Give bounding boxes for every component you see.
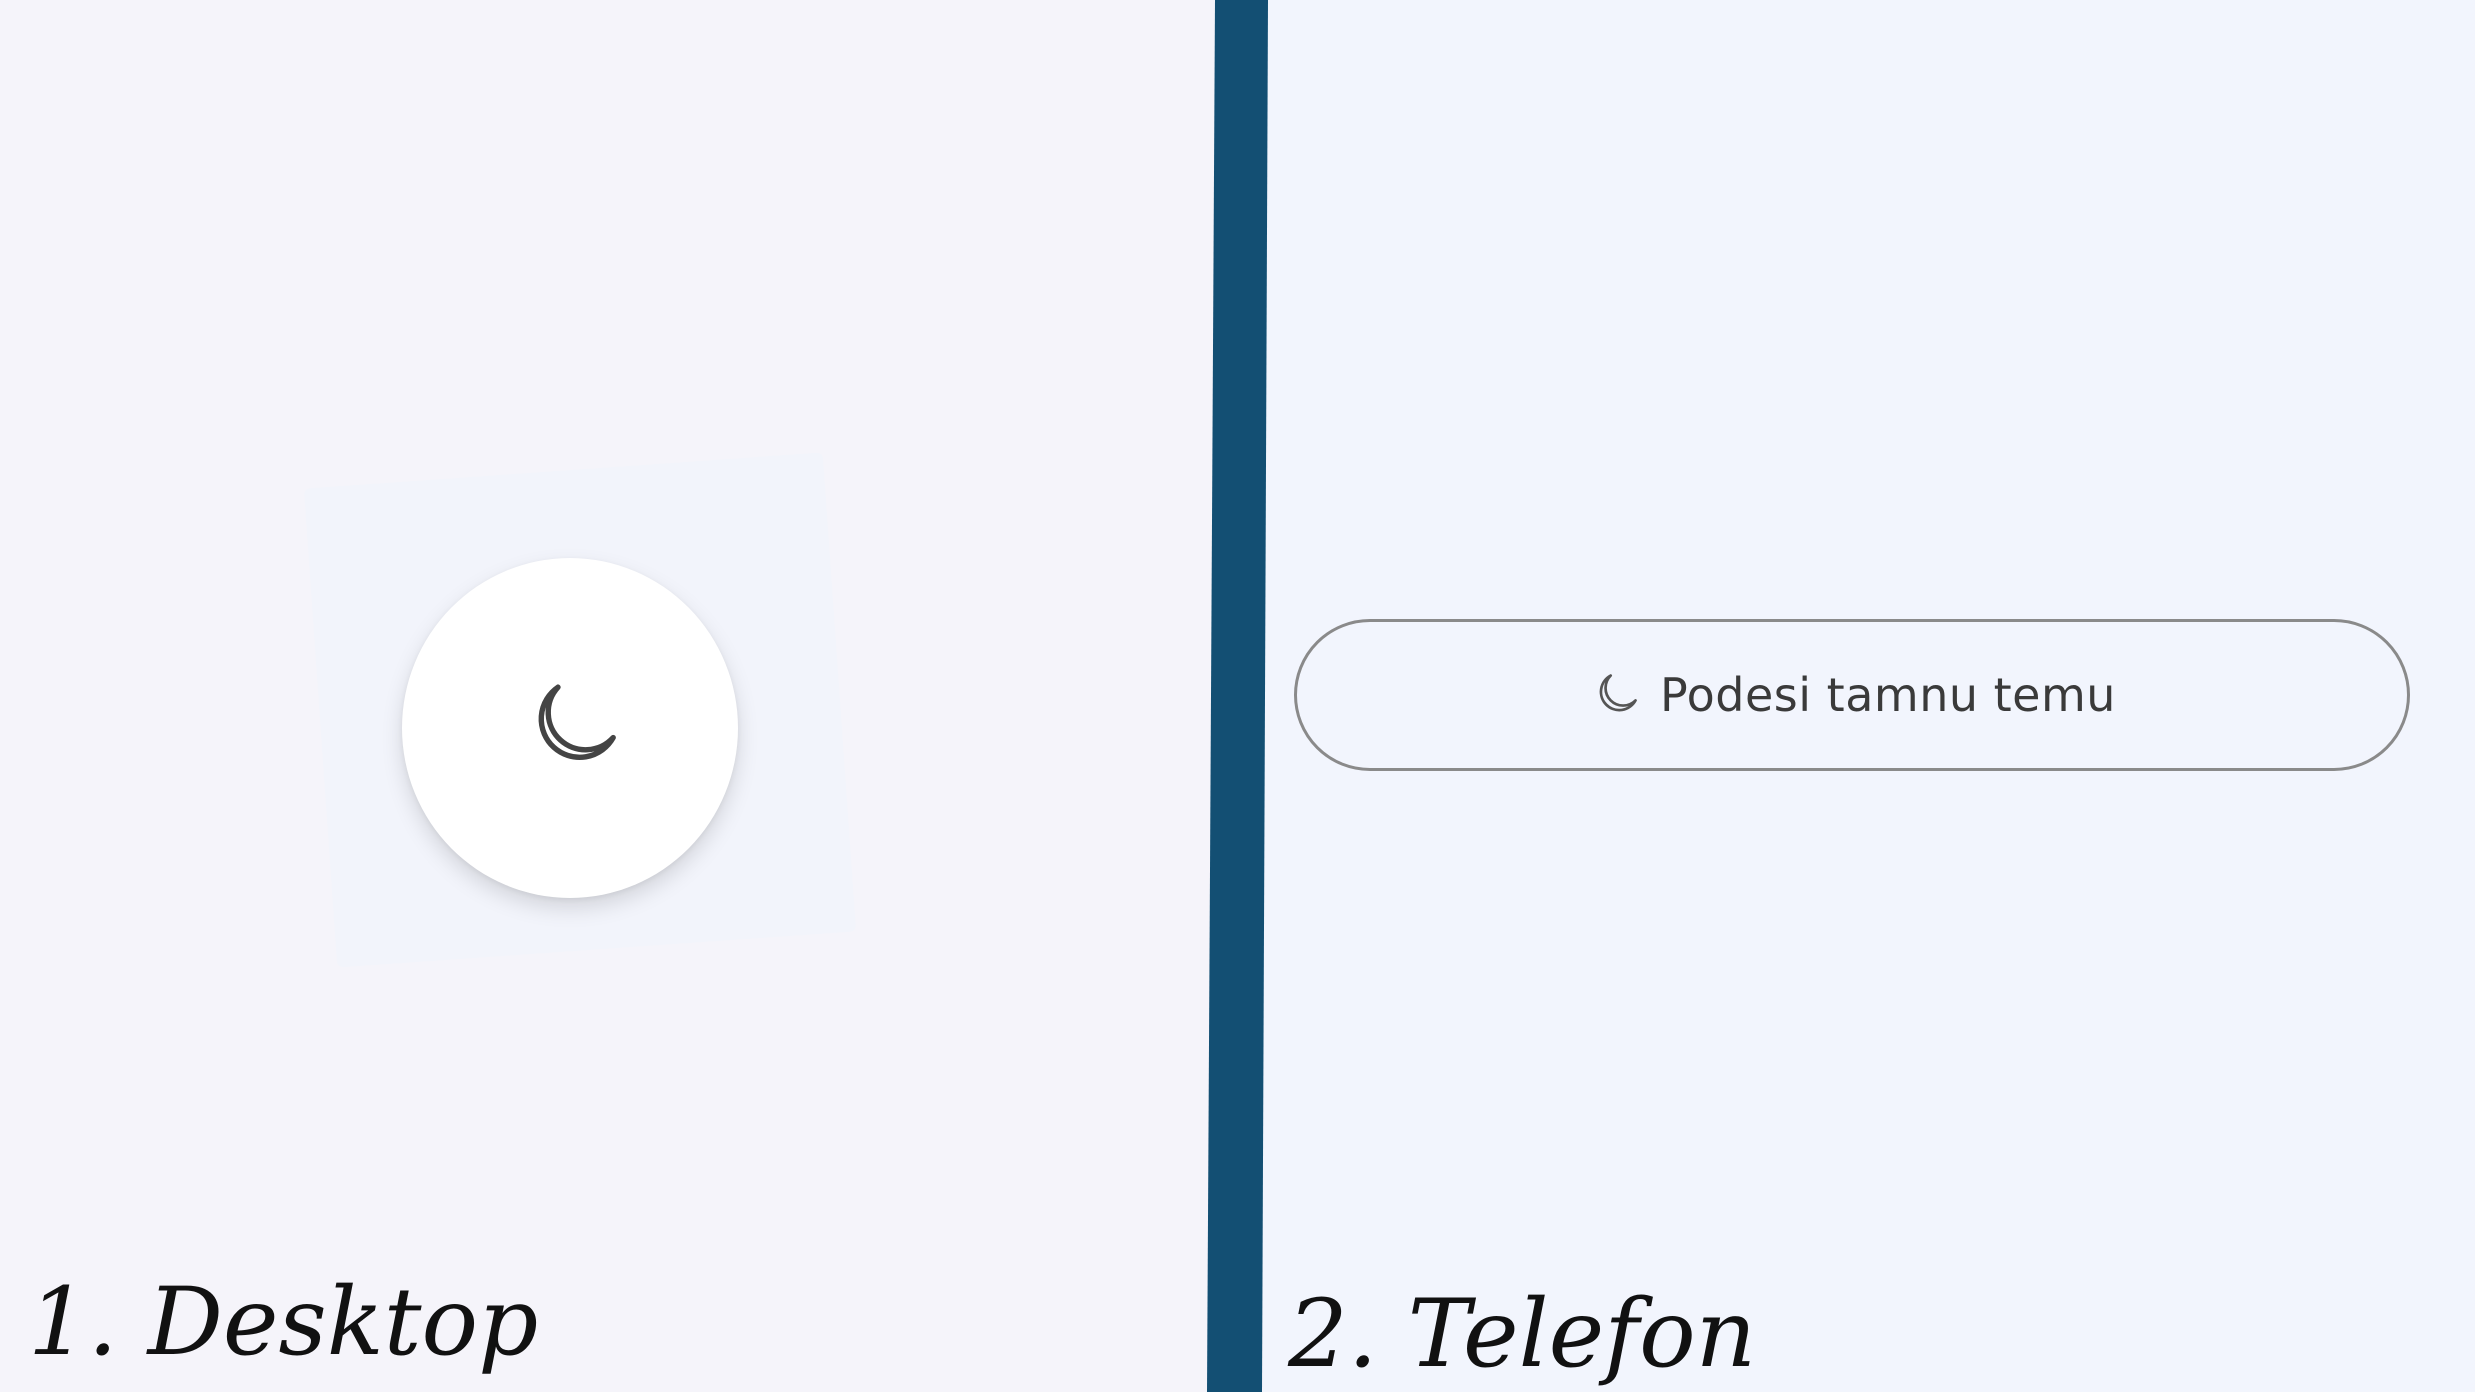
desktop-caption: 1. Desktop bbox=[28, 1268, 539, 1377]
desktop-panel: 1. Desktop bbox=[0, 0, 1213, 1392]
comparison-stage: 1. Desktop 2. Telefon Podesi tamnu temu bbox=[0, 0, 2475, 1392]
dark-theme-toggle-button[interactable] bbox=[402, 558, 738, 898]
moon-icon bbox=[1588, 668, 1642, 722]
moon-icon bbox=[510, 668, 630, 788]
set-dark-theme-button[interactable]: Podesi tamnu temu bbox=[1294, 619, 2410, 771]
phone-caption: 2. Telefon bbox=[1288, 1280, 1757, 1389]
set-dark-theme-label: Podesi tamnu temu bbox=[1660, 668, 2116, 722]
